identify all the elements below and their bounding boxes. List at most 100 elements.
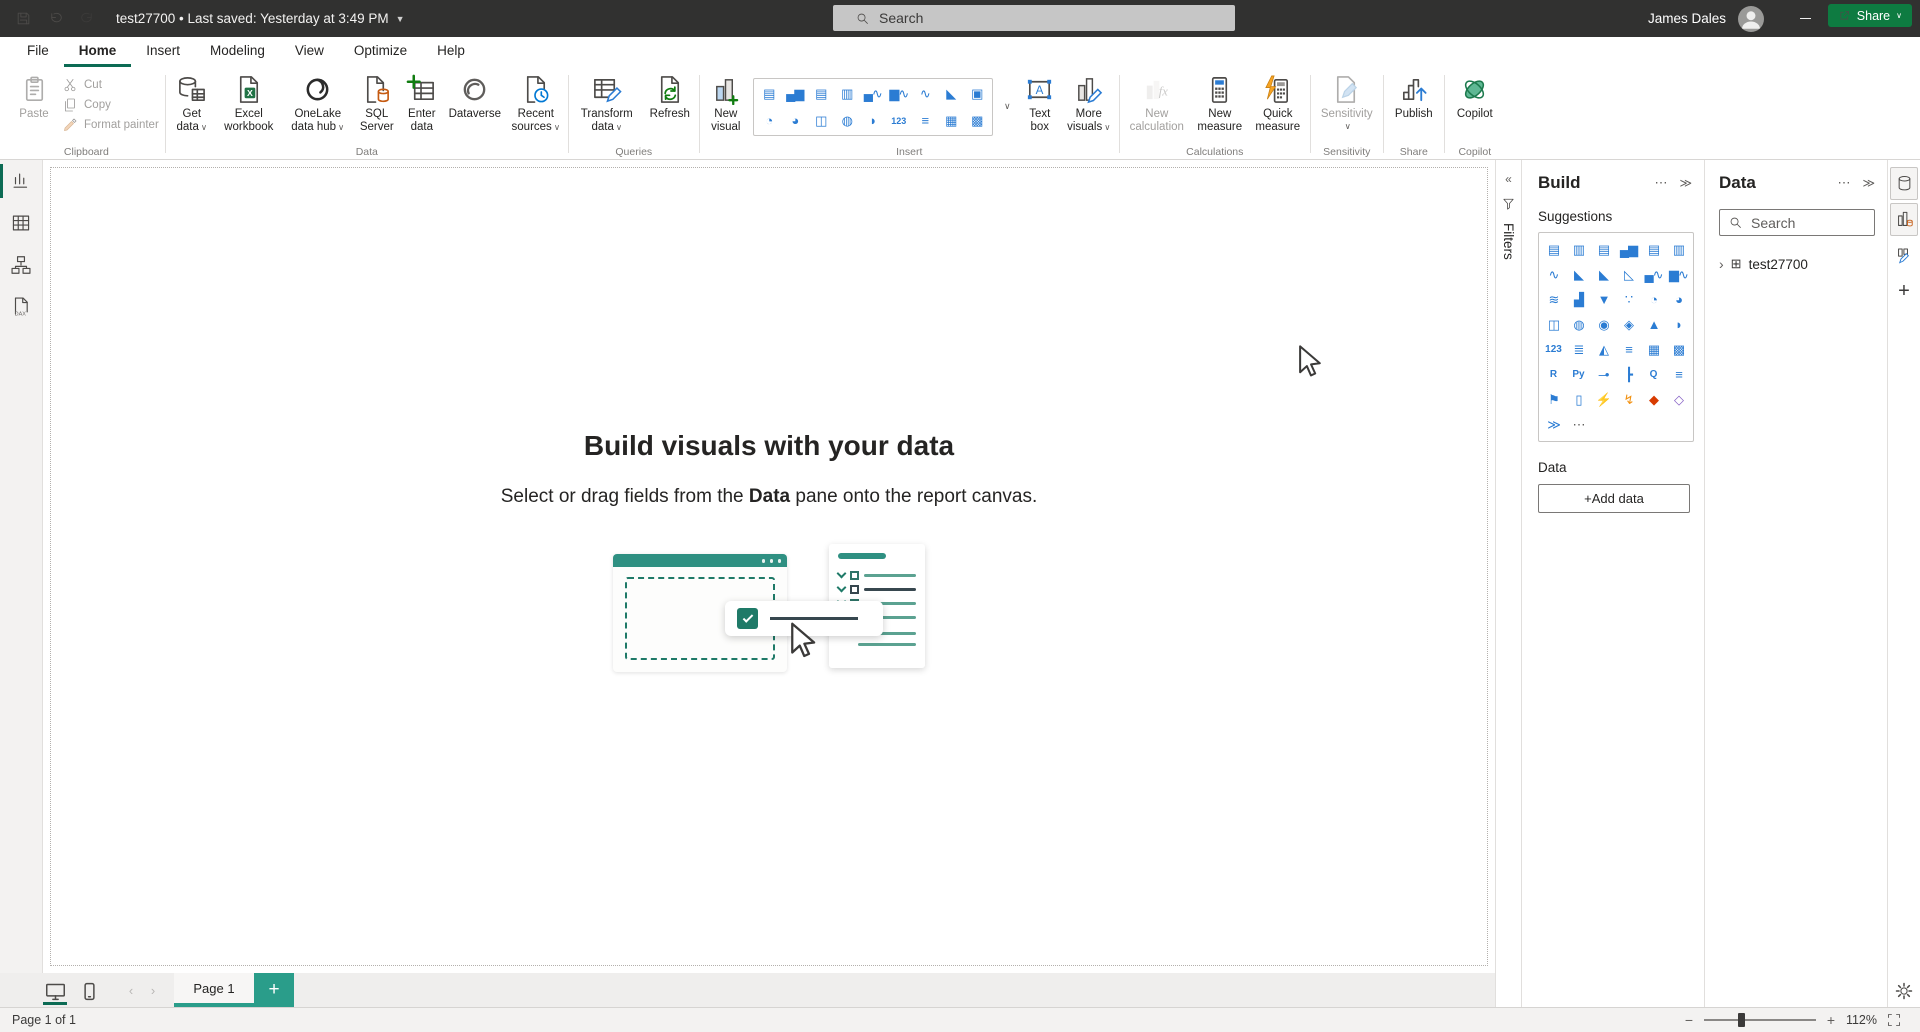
line-clustered-column-chart-icon[interactable]: ▆∿	[886, 80, 912, 107]
matrix-icon[interactable]: ▩	[964, 107, 990, 134]
decomposition-tree-icon[interactable]: ┣	[1616, 362, 1641, 387]
more-visual-types-icon[interactable]: ⋯	[1566, 412, 1591, 437]
gauge-icon[interactable]: ◗	[1666, 312, 1691, 337]
stacked-column-chart-icon[interactable]: ▥	[1566, 237, 1591, 262]
undo-icon[interactable]	[47, 10, 64, 27]
collapse-build-pane-icon[interactable]: ≫	[1679, 176, 1692, 190]
donut-chart-icon[interactable]: ◕	[1666, 287, 1691, 312]
enter-data-button[interactable]: Enter data	[404, 73, 440, 135]
data-search-box[interactable]	[1719, 209, 1875, 236]
global-search[interactable]	[833, 5, 1235, 31]
zoom-slider[interactable]	[1704, 1019, 1816, 1021]
ribbon-chart-icon[interactable]: ≋	[1541, 287, 1566, 312]
more-visuals-button[interactable]: More visuals∨	[1065, 73, 1113, 135]
copilot-button[interactable]: Copilot	[1451, 73, 1499, 122]
quick-measure-button[interactable]: Quick measure	[1252, 73, 1304, 135]
menu-item-modeling[interactable]: Modeling	[195, 37, 280, 67]
scatter-chart-icon[interactable]: ∵	[1616, 287, 1641, 312]
report-canvas[interactable]: Build visuals with your data Select or d…	[43, 160, 1495, 973]
menu-item-file[interactable]: File	[12, 37, 64, 67]
dax-query-view-button[interactable]	[0, 286, 42, 328]
desktop-layout-button[interactable]	[38, 975, 72, 1007]
line-chart-icon[interactable]: ∿	[1541, 262, 1566, 287]
kpi-icon[interactable]: ◭	[1591, 337, 1616, 362]
100-stacked-bar-chart-icon[interactable]: ▤	[1641, 237, 1666, 262]
page-tab[interactable]: Page 1	[174, 973, 254, 1007]
zoom-in-button[interactable]: +	[1825, 1012, 1837, 1028]
clustered-column-chart-icon[interactable]: ▄▆	[782, 80, 808, 107]
field-table-row[interactable]: ›⊞test27700	[1719, 256, 1875, 272]
cut-button[interactable]: Cut	[62, 75, 159, 95]
clustered-bar-chart-icon[interactable]: ▤	[1591, 237, 1616, 262]
format-pane-toggle[interactable]	[1890, 239, 1918, 272]
power-automate-icon[interactable]: ≫	[1541, 412, 1566, 437]
map-icon[interactable]: ◍	[1566, 312, 1591, 337]
previous-page-arrow[interactable]: ‹	[120, 973, 142, 1007]
key-influencers-icon[interactable]: –•	[1591, 362, 1616, 387]
menu-item-optimize[interactable]: Optimize	[339, 37, 422, 67]
gallery-expand-button[interactable]: ∨	[1000, 78, 1015, 134]
line-stacked-column-chart-icon[interactable]: ▄∿	[1641, 262, 1666, 287]
funnel-chart-icon[interactable]: ▼	[1591, 287, 1616, 312]
pie-chart-icon[interactable]: ◔	[1641, 287, 1666, 312]
fit-to-page-icon[interactable]	[1886, 1012, 1902, 1028]
new-page-button[interactable]: +	[254, 973, 294, 1007]
multi-row-card-icon[interactable]: ≣	[1566, 337, 1591, 362]
excel-workbook-button[interactable]: Excel workbook	[218, 73, 280, 135]
new-measure-button[interactable]: New measure	[1194, 73, 1246, 135]
stacked-column-chart-icon[interactable]: ▥	[834, 80, 860, 107]
stacked-bar-chart-icon[interactable]: ▤	[1541, 237, 1566, 262]
100-stacked-column-chart-icon[interactable]: ▥	[1666, 237, 1691, 262]
table-icon[interactable]: ▦	[1641, 337, 1666, 362]
azure-map-icon[interactable]: ▲	[1641, 312, 1666, 337]
share-button[interactable]: Share∨	[1828, 4, 1912, 27]
onelake-data-hub-button[interactable]: OneLake data hub∨	[286, 73, 350, 135]
table-name[interactable]: test27700	[1749, 257, 1808, 272]
copy-button[interactable]: Copy	[62, 95, 159, 115]
card-icon[interactable]: 123	[1541, 337, 1566, 362]
new-calculation-button[interactable]: New calculation	[1126, 73, 1188, 135]
data-search-input[interactable]	[1751, 215, 1861, 231]
sensitivity-button[interactable]: Sensitivity ∨	[1317, 73, 1377, 133]
data-pane-toggle[interactable]	[1890, 167, 1918, 200]
format-painter-button[interactable]: Format painter	[62, 115, 159, 135]
filters-pane-label[interactable]: Filters	[1501, 223, 1516, 260]
area-chart-icon[interactable]: ◣	[1566, 262, 1591, 287]
smart-narrative-icon[interactable]: ≡	[1666, 362, 1691, 387]
line-chart-icon[interactable]: ∿	[912, 80, 938, 107]
recent-sources-button[interactable]: Recent sources∨	[510, 73, 562, 135]
scorecard-icon[interactable]: ⚡	[1591, 387, 1616, 412]
build-pane-options-icon[interactable]: ⋯	[1654, 175, 1667, 191]
menu-item-view[interactable]: View	[280, 37, 339, 67]
clustered-column-chart-icon[interactable]: ▄▆	[1616, 237, 1641, 262]
treemap-icon[interactable]: ◫	[1541, 312, 1566, 337]
table-icon[interactable]: ▦	[938, 107, 964, 134]
save-icon[interactable]	[15, 10, 32, 27]
next-page-arrow[interactable]: ›	[142, 973, 164, 1007]
zoom-slider-thumb[interactable]	[1738, 1013, 1745, 1027]
expand-table-icon[interactable]: ›	[1719, 256, 1724, 272]
qa-visual-icon[interactable]: Q	[1641, 362, 1666, 387]
matrix-icon[interactable]: ▩	[1666, 337, 1691, 362]
line-stacked-column-chart-icon[interactable]: ▄∿	[860, 80, 886, 107]
sql-server-button[interactable]: SQL Server	[356, 73, 398, 135]
settings-gear-icon[interactable]	[1894, 981, 1914, 1001]
python-visual-icon[interactable]: Py	[1566, 362, 1591, 387]
table-view-button[interactable]	[0, 202, 42, 244]
slicer-icon[interactable]: ≡	[912, 107, 938, 134]
clustered-bar-chart-icon[interactable]: ▤	[808, 80, 834, 107]
add-pane-button[interactable]: +	[1890, 275, 1918, 308]
model-view-button[interactable]	[0, 244, 42, 286]
dataverse-button[interactable]: Dataverse	[446, 73, 504, 122]
map-icon[interactable]: ◍	[834, 107, 860, 134]
menu-item-insert[interactable]: Insert	[131, 37, 195, 67]
metrics-icon[interactable]: ⚑	[1541, 387, 1566, 412]
data-activator-icon[interactable]: ↯	[1616, 387, 1641, 412]
stacked-area-chart-icon[interactable]: ◣	[1591, 262, 1616, 287]
minimize-button[interactable]	[1782, 0, 1828, 37]
treemap-icon[interactable]: ◫	[808, 107, 834, 134]
area-chart-icon[interactable]: ◣	[938, 80, 964, 107]
document-title[interactable]: test27700 • Last saved: Yesterday at 3:4…	[116, 11, 405, 26]
transform-data-button[interactable]: Transform data∨	[575, 73, 639, 135]
filled-map-icon[interactable]: ◉	[1591, 312, 1616, 337]
